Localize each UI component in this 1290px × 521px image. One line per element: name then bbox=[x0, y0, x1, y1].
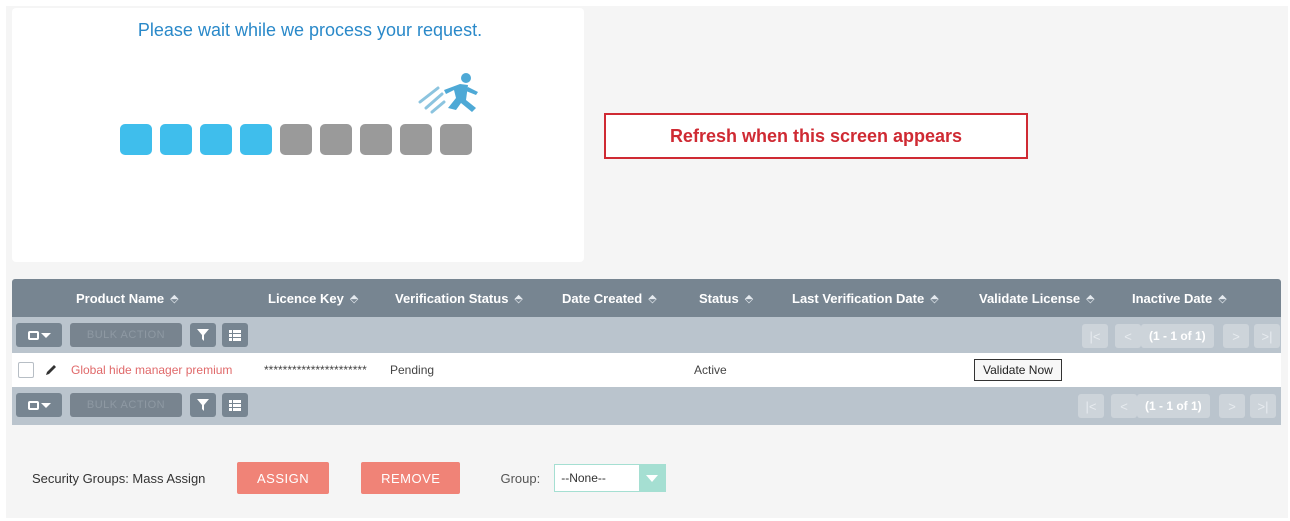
table-header: Product Name ⬘ Licence Key ⬘ Verification … bbox=[12, 279, 1281, 317]
action-bar-bottom: BULK ACTION |< < (1 - 1 of 1) > >| bbox=[12, 387, 1281, 425]
caret-down-icon bbox=[40, 332, 51, 338]
pagination-count: (1 - 1 of 1) bbox=[1137, 394, 1210, 418]
prev-page-button[interactable]: < bbox=[1111, 394, 1137, 418]
product-name-cell: Global hide manager premium bbox=[71, 353, 232, 387]
column-header-verification-status[interactable]: Verification Status ⬘ bbox=[395, 279, 523, 317]
validate-license-cell: Validate Now bbox=[974, 353, 1062, 387]
remove-button[interactable]: REMOVE bbox=[361, 462, 461, 494]
group-dropdown-toggle[interactable] bbox=[639, 465, 666, 491]
runner-icon bbox=[418, 73, 478, 114]
progress-block bbox=[120, 124, 152, 155]
group-select-value: --None-- bbox=[561, 471, 606, 485]
verification-status-cell: Pending bbox=[390, 363, 435, 377]
column-header-licence-key[interactable]: Licence Key ⬘ bbox=[268, 279, 358, 317]
prev-page-button[interactable]: < bbox=[1115, 324, 1141, 348]
caret-down-icon bbox=[40, 402, 51, 408]
action-bar-top: BULK ACTION |< < (1 - 1 of 1) > >| bbox=[12, 317, 1281, 353]
sort-icon: ⬘ bbox=[514, 292, 523, 305]
sort-icon: ⬘ bbox=[1086, 292, 1095, 305]
group-label: Group: bbox=[500, 470, 541, 486]
first-page-button[interactable]: |< bbox=[1078, 394, 1104, 418]
progress-block bbox=[320, 124, 352, 155]
prev-page-icon: < bbox=[1120, 398, 1128, 414]
refresh-annotation: Refresh when this screen appears bbox=[604, 113, 1028, 159]
loading-panel: Please wait while we process your reques… bbox=[12, 8, 584, 262]
progress-block bbox=[240, 124, 272, 155]
row-checkbox[interactable] bbox=[18, 362, 34, 378]
sort-icon: ⬘ bbox=[930, 292, 939, 305]
filter-icon bbox=[197, 329, 209, 341]
first-page-button[interactable]: |< bbox=[1082, 324, 1108, 348]
progress-block bbox=[200, 124, 232, 155]
loading-message: Please wait while we process your reques… bbox=[137, 20, 483, 40]
next-page-icon: > bbox=[1232, 328, 1240, 344]
column-header-status[interactable]: Status ⬘ bbox=[699, 279, 753, 317]
first-page-icon: |< bbox=[1089, 328, 1101, 344]
next-page-button[interactable]: > bbox=[1219, 394, 1245, 418]
filter-icon bbox=[197, 399, 209, 411]
row-checkbox-cell bbox=[18, 353, 34, 387]
next-page-button[interactable]: > bbox=[1223, 324, 1249, 348]
sort-icon: ⬘ bbox=[349, 292, 359, 305]
progress-block bbox=[400, 124, 432, 155]
checkbox-icon bbox=[27, 330, 39, 340]
first-page-icon: |< bbox=[1085, 398, 1097, 414]
sort-icon: ⬘ bbox=[1218, 292, 1227, 305]
bulk-action-button[interactable]: BULK ACTION bbox=[70, 393, 182, 417]
sort-icon: ⬘ bbox=[170, 292, 179, 305]
pencil-icon[interactable] bbox=[44, 363, 58, 377]
list-columns-icon bbox=[229, 329, 241, 341]
list-columns-icon bbox=[229, 399, 241, 411]
bulk-action-button[interactable]: BULK ACTION bbox=[70, 323, 182, 347]
last-page-icon: >| bbox=[1261, 328, 1273, 344]
table-row: Global hide manager premium ************… bbox=[12, 353, 1281, 387]
sort-icon: ⬘ bbox=[648, 292, 657, 305]
checkbox-icon bbox=[27, 400, 39, 410]
progress-blocks bbox=[120, 124, 472, 155]
column-chooser-button[interactable] bbox=[222, 323, 248, 347]
sort-icon: ⬘ bbox=[744, 292, 754, 305]
column-header-last-verification-date[interactable]: Last Verification Date ⬘ bbox=[792, 279, 939, 317]
product-name-link[interactable]: Global hide manager premium bbox=[71, 363, 232, 377]
validate-now-button[interactable]: Validate Now bbox=[974, 359, 1062, 381]
column-header-product-name[interactable]: Product Name ⬘ bbox=[76, 279, 179, 317]
security-groups-mass-assign: Security Groups: Mass Assign ASSIGN REMO… bbox=[32, 462, 667, 494]
edit-cell bbox=[44, 353, 58, 387]
progress-block bbox=[160, 124, 192, 155]
progress-block bbox=[440, 124, 472, 155]
pagination-count: (1 - 1 of 1) bbox=[1141, 324, 1214, 348]
last-page-button[interactable]: >| bbox=[1250, 394, 1276, 418]
progress-block bbox=[360, 124, 392, 155]
status-cell: Active bbox=[694, 363, 727, 377]
column-header-inactive-date[interactable]: Inactive Date ⬘ bbox=[1132, 279, 1227, 317]
prev-page-icon: < bbox=[1124, 328, 1132, 344]
group-select[interactable]: --None-- bbox=[554, 464, 667, 492]
last-page-icon: >| bbox=[1257, 398, 1269, 414]
caret-down-icon bbox=[646, 474, 659, 482]
column-header-validate-license[interactable]: Validate License ⬘ bbox=[979, 279, 1095, 317]
select-all-dropdown[interactable] bbox=[16, 323, 62, 347]
next-page-icon: > bbox=[1228, 398, 1236, 414]
filter-button[interactable] bbox=[190, 323, 216, 347]
select-all-dropdown[interactable] bbox=[16, 393, 62, 417]
assign-button[interactable]: ASSIGN bbox=[237, 462, 330, 494]
license-list-view: Product Name ⬘ Licence Key ⬘ Verification … bbox=[12, 279, 1281, 425]
progress-block bbox=[280, 124, 312, 155]
last-page-button[interactable]: >| bbox=[1254, 324, 1280, 348]
filter-button[interactable] bbox=[190, 393, 216, 417]
column-header-date-created[interactable]: Date Created ⬘ bbox=[562, 279, 657, 317]
licence-key-cell: ********************** bbox=[264, 363, 367, 377]
security-groups-label: Security Groups: Mass Assign bbox=[32, 470, 206, 486]
column-chooser-button[interactable] bbox=[222, 393, 248, 417]
